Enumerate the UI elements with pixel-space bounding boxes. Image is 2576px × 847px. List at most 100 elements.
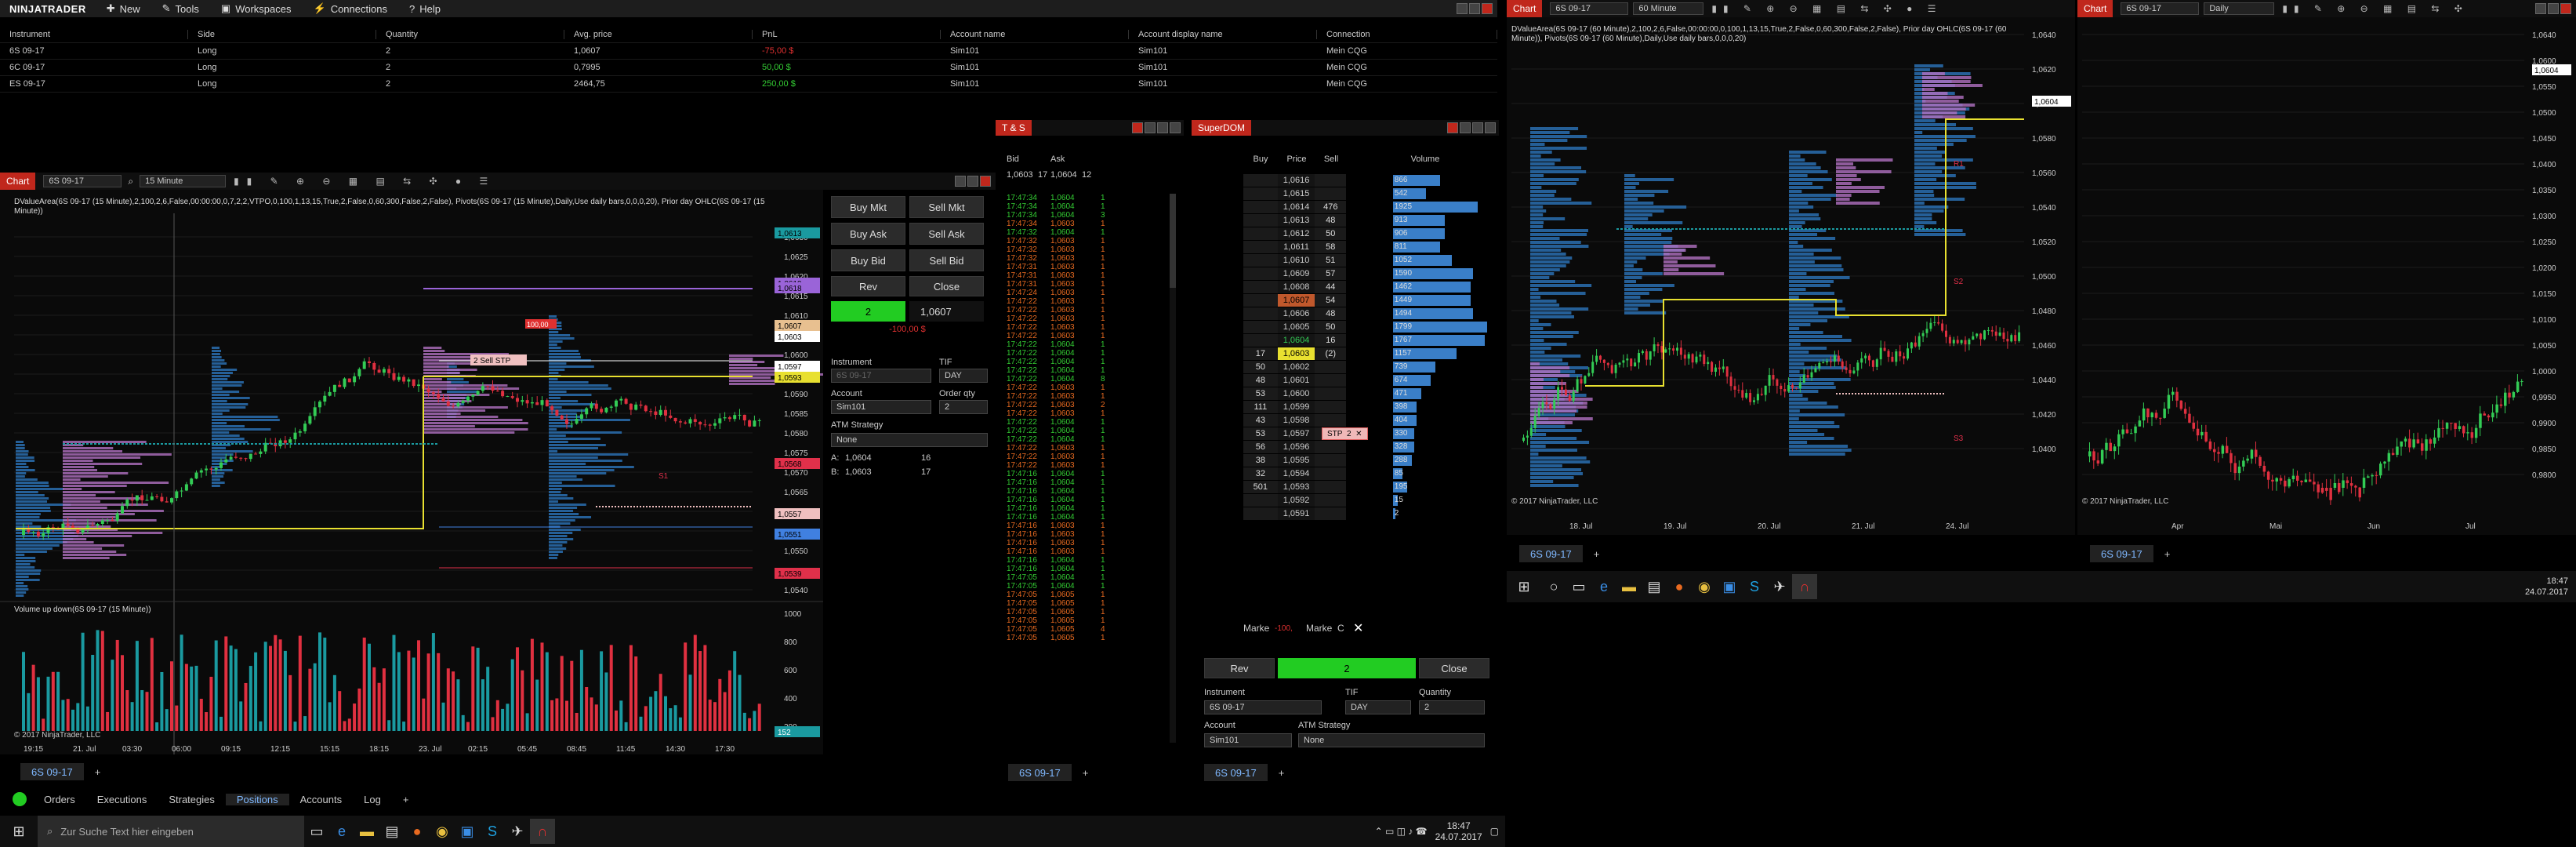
dom-sell-cell[interactable]: 58 [1315, 240, 1347, 253]
dom-buy-cell[interactable]: 53 [1243, 427, 1278, 440]
dom-sell-cell[interactable] [1315, 453, 1347, 467]
dom-market-sell-button[interactable]: Marke [1306, 623, 1337, 634]
firefox-icon-2[interactable]: ● [1667, 574, 1692, 599]
dom-buy-cell[interactable]: 50 [1243, 360, 1278, 373]
close-position-button[interactable]: Close [909, 276, 984, 296]
dom-sell-cell[interactable] [1315, 413, 1347, 427]
edge-icon[interactable]: e [329, 819, 354, 844]
dom-sell-cell[interactable] [1315, 400, 1347, 413]
chart1-toolbar-icons[interactable]: ▮▮ ✎ ⊕ ⊖ ▦ ▤ ⇆ ✣ ● ☰ [234, 176, 495, 187]
add-control-tab-icon[interactable]: + [392, 794, 420, 805]
dom-instrument-select[interactable]: 6S 09-17 [1204, 700, 1322, 714]
search-icon[interactable]: ⌕ [128, 176, 133, 187]
menu-workspaces[interactable]: ▣ Workspaces [210, 2, 303, 15]
dom-close-icon[interactable] [1485, 122, 1496, 133]
reverse-button[interactable]: Rev [831, 276, 905, 296]
ts-link-icon[interactable] [1132, 122, 1143, 133]
tab-orders[interactable]: Orders [33, 794, 86, 805]
task-view-icon-2[interactable]: ▭ [1566, 574, 1591, 599]
dom-sell-cell[interactable]: 44 [1315, 280, 1347, 293]
menu-new[interactable]: ✚ New [96, 2, 151, 15]
dom-row[interactable]: 1,0591 2 [1243, 507, 1486, 520]
col-quantity[interactable]: Quantity [376, 30, 564, 39]
ct-qty-input[interactable]: 2 [939, 400, 988, 414]
dom-buy-cell[interactable] [1243, 267, 1278, 280]
dom-sell-cell[interactable] [1315, 373, 1347, 387]
tab-strategies[interactable]: Strategies [158, 794, 226, 805]
sell-bid-button[interactable]: Sell Bid [909, 249, 984, 271]
dom-buy-cell[interactable] [1243, 173, 1278, 187]
chrome-icon-2[interactable]: ◉ [1692, 574, 1717, 599]
dom-sell-cell[interactable]: 50 [1315, 320, 1347, 333]
windows-start-icon-2[interactable]: ⊞ [1507, 574, 1541, 599]
dom-row[interactable]: 1,0612 50 906 [1243, 227, 1486, 240]
col-connection[interactable]: Connection [1317, 30, 1497, 39]
col-side[interactable]: Side [188, 30, 376, 39]
dom-row[interactable]: 1,0614 476 1925 [1243, 200, 1486, 213]
menu-help[interactable]: ? Help [398, 3, 452, 15]
dom-row[interactable]: 1,0611 58 811 [1243, 240, 1486, 253]
dom-buy-cell[interactable] [1243, 507, 1278, 520]
close-icon[interactable] [1482, 3, 1493, 14]
chart3-instrument-select[interactable]: 6S 09-17 [2121, 2, 2200, 15]
chart1-tab[interactable]: 6S 09-17 [20, 763, 84, 780]
firefox-icon[interactable]: ● [405, 819, 430, 844]
dom-sell-cell[interactable]: 57 [1315, 267, 1347, 280]
chart3-add-tab-icon[interactable]: + [2153, 548, 2182, 560]
dom-tif-select[interactable]: DAY [1345, 700, 1411, 714]
dom-row[interactable]: 48 1,0601 674 [1243, 373, 1486, 387]
tab-positions[interactable]: Positions [225, 793, 289, 805]
tab-executions[interactable]: Executions [86, 794, 158, 805]
dom-row[interactable]: 50 1,0602 739 [1243, 360, 1486, 373]
dom-buy-cell[interactable] [1243, 253, 1278, 267]
chart2-add-tab-icon[interactable]: + [1583, 548, 1611, 560]
tool-icon[interactable]: ✈ [505, 819, 530, 844]
buy-ask-button[interactable]: Buy Ask [831, 223, 905, 245]
ts-close-icon[interactable] [1170, 122, 1181, 133]
dom-row[interactable]: 1,0610 51 1052 [1243, 253, 1486, 267]
dom-sell-cell[interactable]: 51 [1315, 253, 1347, 267]
store-icon[interactable]: ▤ [379, 819, 405, 844]
ts-tab[interactable]: 6S 09-17 [1008, 764, 1072, 781]
tool-icon-2[interactable]: ✈ [1767, 574, 1792, 599]
clock-right[interactable]: 18:47 24.07.2017 [2525, 576, 2576, 598]
minimize-icon[interactable] [1457, 3, 1468, 14]
sell-ask-button[interactable]: Sell Ask [909, 223, 984, 245]
sell-market-button[interactable]: Sell Mkt [909, 196, 984, 218]
dom-account-select[interactable]: Sim101 [1204, 733, 1292, 747]
chart1-minimize-icon[interactable] [955, 176, 966, 187]
dom-buy-cell[interactable] [1243, 307, 1278, 320]
positions-row[interactable]: ES 09-17 Long 2 2464,75 250,00 $ Sim101 Sim101… [0, 76, 1497, 93]
ts-add-tab-icon[interactable]: + [1072, 767, 1100, 779]
dom-reverse-button[interactable]: Rev [1204, 658, 1275, 678]
ts-maximize-icon[interactable] [1157, 122, 1168, 133]
clock-left[interactable]: 18:47 24.07.2017 [1435, 820, 1482, 842]
dom-row[interactable]: 111 1,0599 398 [1243, 400, 1486, 413]
chart2-tab[interactable]: 6S 09-17 [1519, 545, 1583, 562]
chrome-icon[interactable]: ◉ [430, 819, 455, 844]
dom-row[interactable]: 53 1,0597 330 STP 2 ✕ [1243, 427, 1486, 440]
chart3-minimize-icon[interactable] [2535, 3, 2546, 14]
skype-icon[interactable]: S [480, 819, 505, 844]
dom-buy-cell[interactable] [1243, 493, 1278, 507]
dom-sell-cell[interactable] [1315, 480, 1347, 493]
chart2-interval-select[interactable]: 60 Minute [1633, 2, 1704, 15]
taskbar-search[interactable]: ⌕ Zur Suche Text hier eingeben [38, 816, 304, 847]
tab-log[interactable]: Log [353, 794, 392, 805]
dom-close-button[interactable]: Close [1419, 658, 1489, 678]
dom-sell-cell[interactable] [1315, 173, 1347, 187]
maximize-icon[interactable] [1469, 3, 1480, 14]
explorer-icon-2[interactable]: ▬ [1616, 574, 1642, 599]
dom-buy-cell[interactable]: 501 [1243, 480, 1278, 493]
dom-buy-cell[interactable] [1243, 240, 1278, 253]
dom-buy-cell[interactable] [1243, 320, 1278, 333]
dom-ladder[interactable]: 1,0616 866 1,0615 542 1,0614 476 1925 1,0613 48 9… [1243, 173, 1487, 520]
dom-row[interactable]: 501 1,0593 195 [1243, 480, 1486, 493]
chart1-interval-select[interactable]: 15 Minute [140, 175, 227, 187]
dom-buy-cell[interactable] [1243, 227, 1278, 240]
explorer-icon[interactable]: ▬ [354, 819, 379, 844]
dom-link-icon[interactable] [1447, 122, 1458, 133]
chart3-maximize-icon[interactable] [2548, 3, 2559, 14]
windows-start-icon[interactable]: ⊞ [0, 819, 38, 844]
dom-buy-cell[interactable]: 48 [1243, 373, 1278, 387]
